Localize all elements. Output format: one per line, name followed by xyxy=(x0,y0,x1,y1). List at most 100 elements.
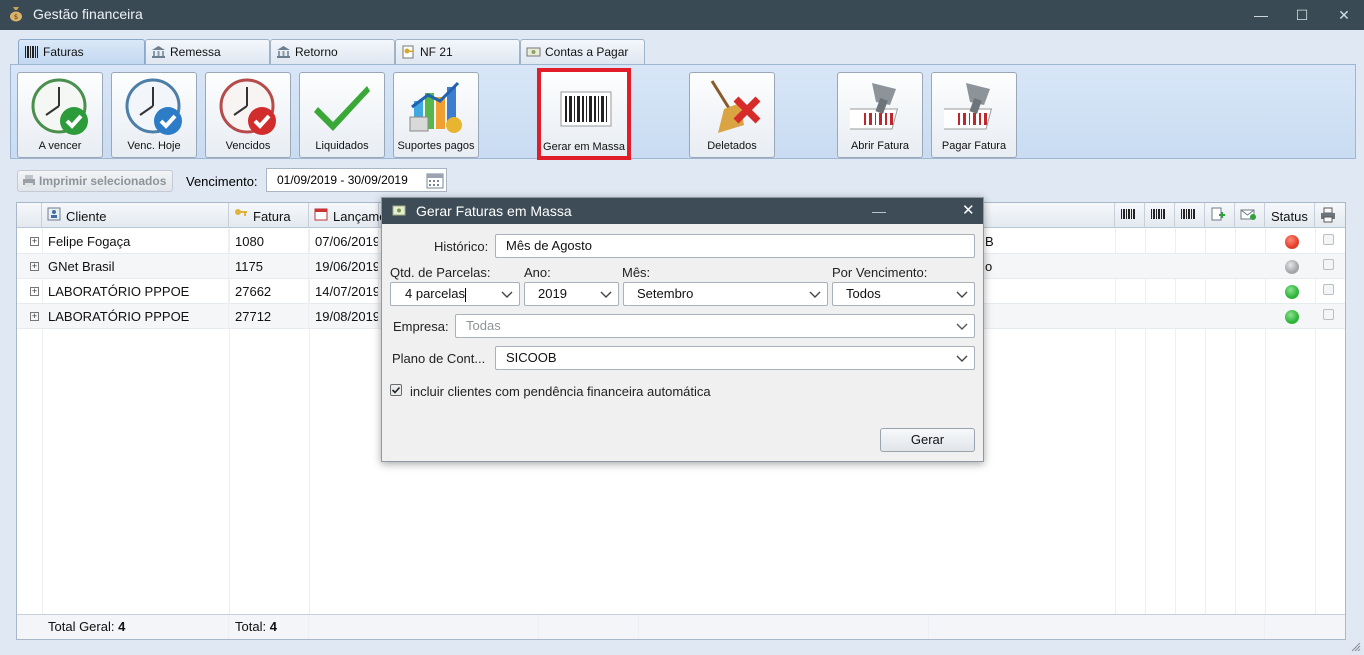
close-button[interactable]: ✕ xyxy=(1329,5,1359,25)
tab-faturas[interactable]: Faturas xyxy=(18,39,145,64)
parcelas-select[interactable]: 4 parcelas xyxy=(390,282,520,306)
footer-cell xyxy=(539,615,639,639)
suportes-pagos-button[interactable]: Suportes pagos xyxy=(393,72,479,158)
header-add-document[interactable] xyxy=(1205,203,1235,228)
header-lancamento[interactable]: Lançame xyxy=(309,203,386,228)
checkmark-icon xyxy=(391,386,401,394)
expand-row-icon[interactable]: + xyxy=(30,262,39,271)
header-email[interactable] xyxy=(1235,203,1265,228)
expand-row-icon[interactable]: + xyxy=(30,312,39,321)
select-checkbox[interactable] xyxy=(1323,259,1334,270)
tab-remessa[interactable]: Remessa xyxy=(145,39,270,64)
print-selected-button[interactable]: Imprimir selecionados xyxy=(17,170,173,192)
key-icon xyxy=(235,209,247,216)
dialog-minimize-button[interactable]: — xyxy=(872,198,886,224)
empresa-select[interactable]: Todas xyxy=(455,314,975,338)
total-geral-value: 4 xyxy=(118,619,126,634)
tab-label: Retorno xyxy=(295,45,338,59)
chevron-down-icon xyxy=(956,291,968,298)
gerar-button[interactable]: Gerar xyxy=(880,428,975,452)
cell-historico: o xyxy=(985,259,993,274)
plano-label: Plano de Cont... xyxy=(392,351,486,366)
cell-cliente: LABORATÓRIO PPPOE xyxy=(42,279,229,304)
header-expand xyxy=(17,203,42,228)
header-print[interactable] xyxy=(1315,203,1345,228)
barcode-icon xyxy=(1181,209,1195,219)
status-green-dot xyxy=(1285,285,1299,299)
pagar-fatura-button[interactable]: Pagar Fatura xyxy=(931,72,1017,158)
calendar-icon[interactable] xyxy=(426,171,444,189)
money-bag-icon: $ xyxy=(10,7,22,22)
chevron-down-icon xyxy=(600,291,612,298)
status-gray-dot xyxy=(1285,260,1299,274)
header-cliente[interactable]: Cliente xyxy=(42,203,229,228)
a-vencer-button[interactable]: A vencer xyxy=(17,72,103,158)
toolbar-button-label: Gerar em Massa xyxy=(543,141,625,153)
vencimento-date-range[interactable]: 01/09/2019 - 30/09/2019 xyxy=(266,168,447,192)
printer-icon xyxy=(1321,207,1335,223)
filter-bar: Imprimir selecionados Vencimento: 01/09/… xyxy=(10,165,1356,195)
print-selected-label: Imprimir selecionados xyxy=(39,174,167,188)
chevron-down-icon xyxy=(956,323,968,330)
por-vencimento-select[interactable]: Todos xyxy=(832,282,975,306)
empresa-label: Empresa: xyxy=(393,319,449,334)
gerar-em-massa-button[interactable]: Gerar em Massa xyxy=(537,68,631,160)
por-vencimento-label: Por Vencimento: xyxy=(832,265,928,280)
venc-hoje-button[interactable]: Venc. Hoje xyxy=(111,72,197,158)
pendencia-label: incluir clientes com pendência financeir… xyxy=(410,384,711,399)
chevron-down-icon xyxy=(809,291,821,298)
bank-icon xyxy=(152,46,165,58)
barcode-icon xyxy=(25,46,38,58)
vencidos-button[interactable]: Vencidos xyxy=(205,72,291,158)
plano-select[interactable]: SICOOB xyxy=(495,346,975,370)
toolbar: A vencer Venc. Hoje Vencidos Liquidados … xyxy=(10,64,1356,160)
tab-retorno[interactable]: Retorno xyxy=(270,39,395,64)
svg-text:$: $ xyxy=(14,13,18,21)
footer-cell xyxy=(309,615,539,639)
header-barcode-3[interactable] xyxy=(1175,203,1205,228)
toolbar-button-label: Venc. Hoje xyxy=(127,140,181,152)
header-label: Fatura xyxy=(253,209,291,224)
abrir-fatura-button[interactable]: Abrir Fatura xyxy=(837,72,923,158)
clock-blue-check-icon xyxy=(125,78,182,135)
cell-fatura: 27712 xyxy=(229,304,309,329)
expand-row-icon[interactable]: + xyxy=(30,287,39,296)
expand-row-icon[interactable]: + xyxy=(30,237,39,246)
header-barcode-2[interactable] xyxy=(1145,203,1175,228)
tab-label: NF 21 xyxy=(420,45,453,59)
resize-grip-icon[interactable] xyxy=(1351,642,1361,652)
cell-lancamento: 14/07/2019 xyxy=(309,279,379,304)
tab-nf21[interactable]: NF 21 xyxy=(395,39,520,64)
tab-contas-a-pagar[interactable]: Contas a Pagar xyxy=(520,39,645,64)
client-icon xyxy=(47,207,61,221)
cell-lancamento: 19/08/2019 xyxy=(309,304,379,329)
chart-money-icon xyxy=(409,81,462,133)
barcode-scanner-icon xyxy=(944,83,993,130)
bank-icon xyxy=(277,46,290,58)
header-fatura[interactable]: Fatura xyxy=(229,203,309,228)
mes-select[interactable]: Setembro xyxy=(623,282,828,306)
minimize-button[interactable]: — xyxy=(1246,5,1276,25)
dialog-titlebar: Gerar Faturas em Massa — ✕ xyxy=(382,198,983,224)
historico-field[interactable]: Mês de Agosto xyxy=(495,234,975,258)
select-checkbox[interactable] xyxy=(1323,284,1334,295)
cell-cliente: GNet Brasil xyxy=(42,254,229,279)
pendencia-checkbox[interactable] xyxy=(390,384,402,396)
liquidados-button[interactable]: Liquidados xyxy=(299,72,385,158)
select-checkbox[interactable] xyxy=(1323,309,1334,320)
tab-label: Contas a Pagar xyxy=(545,45,629,59)
deletados-button[interactable]: Deletados xyxy=(689,72,775,158)
text-caret xyxy=(464,287,466,302)
ano-value: 2019 xyxy=(538,286,567,301)
cell-cliente: LABORATÓRIO PPPOE xyxy=(42,304,229,329)
header-label: Lançame xyxy=(333,209,387,224)
header-barcode-1[interactable] xyxy=(1115,203,1145,228)
header-status[interactable]: Status xyxy=(1265,203,1315,228)
dialog-close-button[interactable]: ✕ xyxy=(962,198,975,224)
mes-value: Setembro xyxy=(637,286,694,301)
plano-value: SICOOB xyxy=(506,350,557,365)
maximize-button[interactable]: ☐ xyxy=(1287,5,1317,25)
clock-green-check-icon xyxy=(31,78,88,135)
ano-select[interactable]: 2019 xyxy=(524,282,619,306)
select-checkbox[interactable] xyxy=(1323,234,1334,245)
